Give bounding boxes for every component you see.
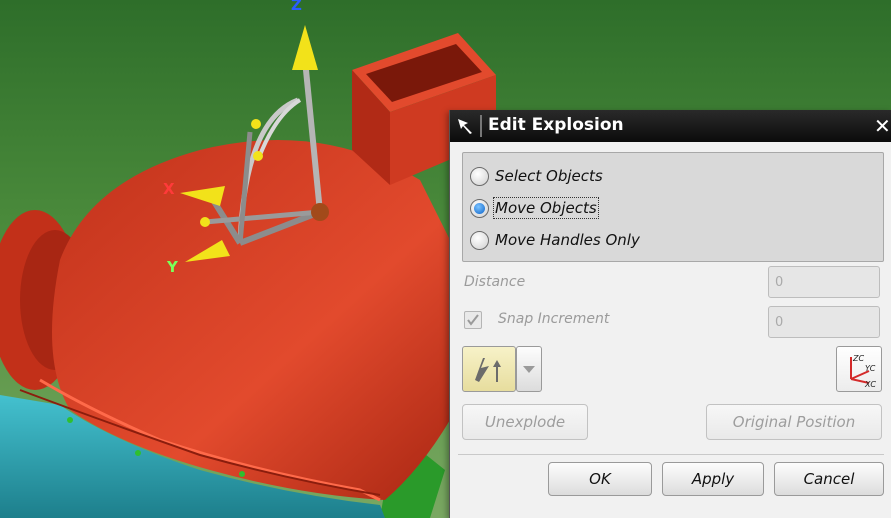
chevron-down-icon <box>523 366 535 373</box>
app-window: Z X Y Edit Explosion ✕ Select Objects Mo… <box>0 0 891 518</box>
close-icon[interactable]: ✕ <box>874 114 891 138</box>
origin-handle-icon[interactable] <box>311 203 329 221</box>
z-axis-label: Z <box>291 0 302 14</box>
cancel-button[interactable]: Cancel <box>774 462 884 496</box>
ok-button[interactable]: OK <box>548 462 652 496</box>
radio-move-handles-only[interactable]: Move Handles Only <box>470 227 640 253</box>
svg-text:XC: XC <box>864 380 876 389</box>
edit-explosion-dialog: Edit Explosion ✕ Select Objects Move Obj… <box>449 110 891 518</box>
distance-field[interactable]: 0 <box>768 266 880 298</box>
unexplode-button[interactable]: Unexplode <box>462 404 588 440</box>
check-icon <box>467 314 479 326</box>
radio-move-objects[interactable]: Move Objects <box>470 195 599 221</box>
snap-increment-checkbox[interactable] <box>464 311 482 329</box>
pin-icon[interactable] <box>456 117 474 135</box>
snap-increment-label: Snap Increment <box>498 311 610 327</box>
radio-select-objects[interactable]: Select Objects <box>470 163 603 189</box>
radio-button[interactable] <box>470 230 489 250</box>
x-axis-label: X <box>163 180 175 198</box>
snap-handle-button[interactable] <box>462 346 516 392</box>
snap-handle-icon <box>475 358 501 382</box>
y-axis-label: Y <box>167 258 178 276</box>
original-position-button[interactable]: Original Position <box>706 404 882 440</box>
radio-button-selected[interactable] <box>470 198 489 218</box>
dialog-title: Edit Explosion <box>488 115 624 135</box>
radio-button[interactable] <box>470 166 489 186</box>
dialog-titlebar[interactable]: Edit Explosion ✕ <box>450 110 891 142</box>
snap-increment-field[interactable]: 0 <box>768 306 880 338</box>
svg-text:YC: YC <box>865 364 876 373</box>
mode-radio-group: Select Objects Move Objects Move Handles… <box>462 152 884 262</box>
snap-dropdown-button[interactable] <box>516 346 542 392</box>
distance-label: Distance <box>464 274 526 290</box>
divider <box>458 454 884 455</box>
wcs-orient-button[interactable]: ZC YC XC <box>836 346 882 392</box>
wcs-orient-icon: ZC YC XC <box>850 354 876 389</box>
svg-text:ZC: ZC <box>852 354 864 363</box>
apply-button[interactable]: Apply <box>662 462 764 496</box>
